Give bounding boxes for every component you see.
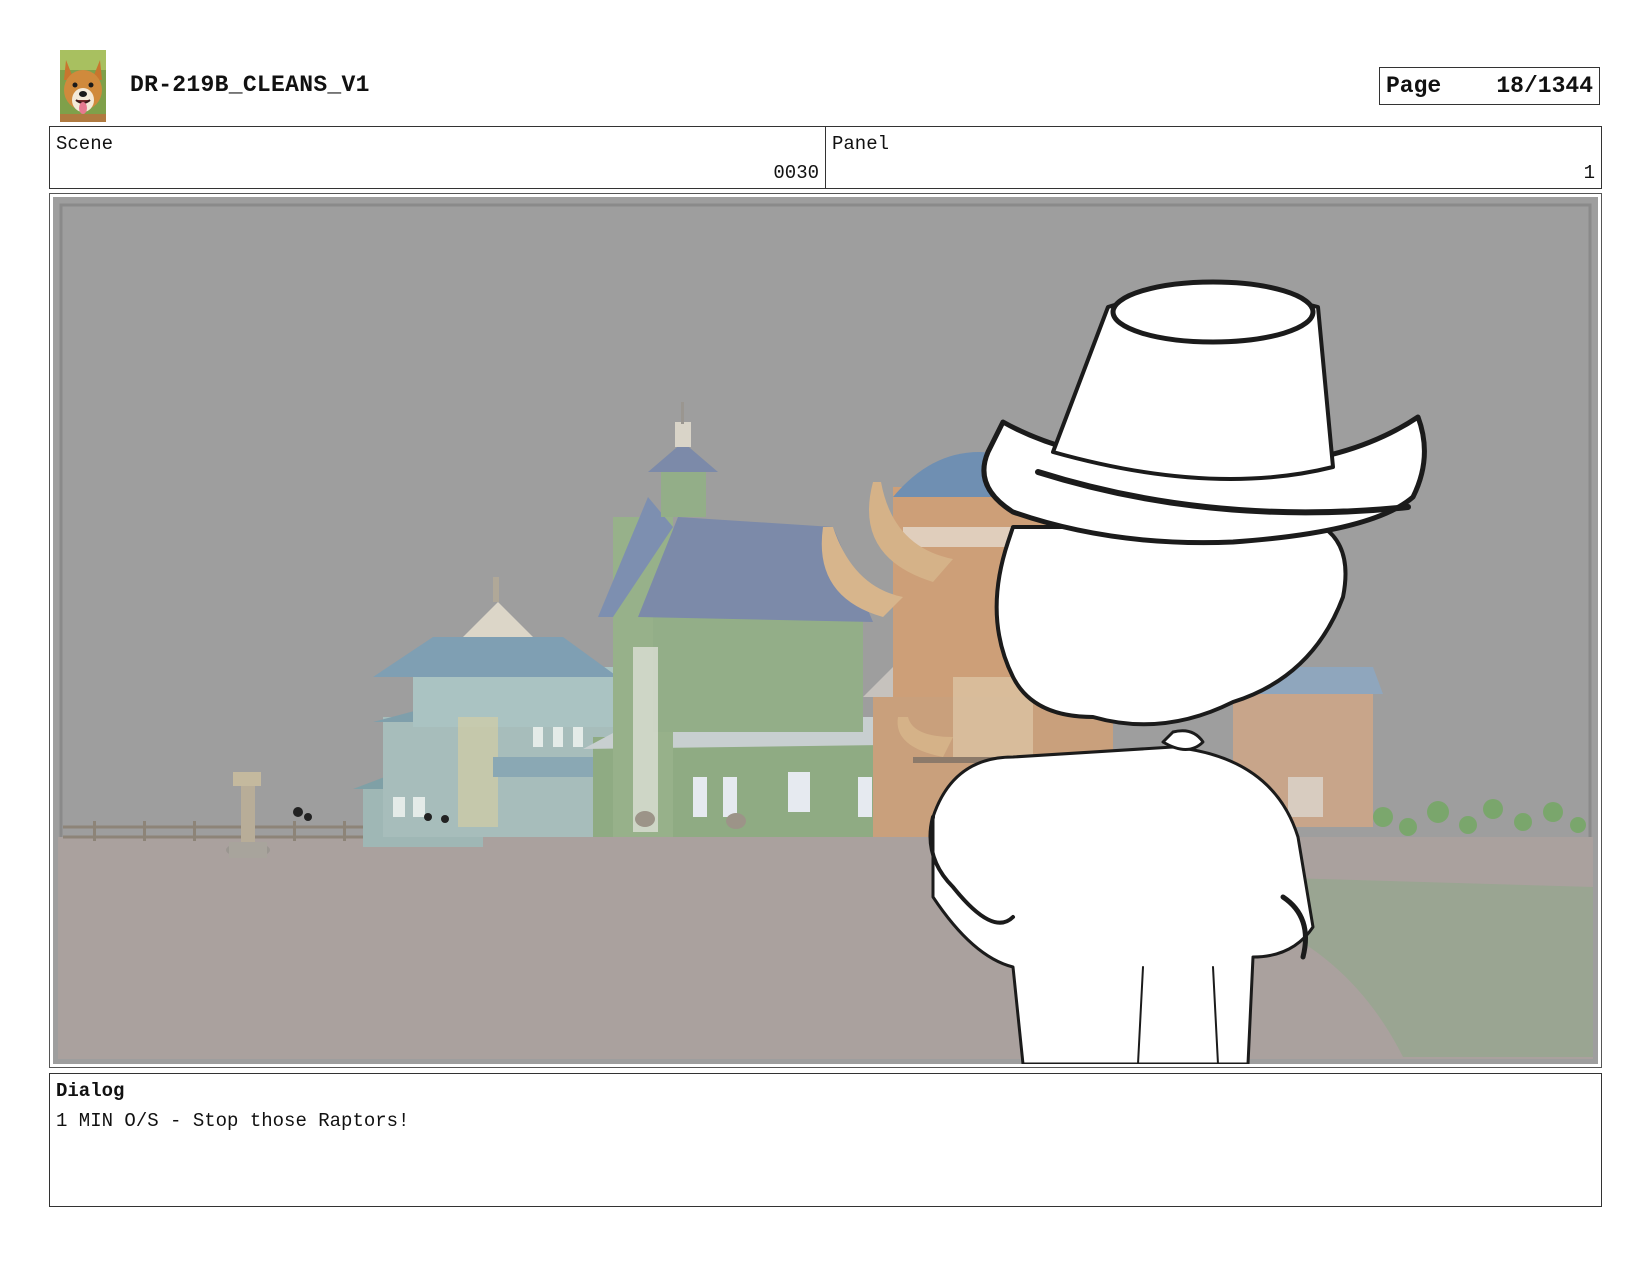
dialog-text: 1 MIN O/S - Stop those Raptors! xyxy=(56,1110,410,1132)
corgi-dog-logo-icon xyxy=(60,50,106,122)
dialog-box: Dialog 1 MIN O/S - Stop those Raptors! xyxy=(49,1073,1602,1207)
panel-value: 1 xyxy=(1583,162,1595,184)
page-number: 18/1344 xyxy=(1496,73,1593,99)
scene-cell: Scene 0030 xyxy=(50,127,825,188)
panel-label: Panel xyxy=(832,133,890,155)
scene-panel-info-row: Scene 0030 Panel 1 xyxy=(49,126,1602,189)
panel-cell: Panel 1 xyxy=(825,127,1601,188)
page-indicator: Page 18/1344 xyxy=(1379,67,1600,105)
scene-value: 0030 xyxy=(773,162,819,184)
scene-label: Scene xyxy=(56,133,114,155)
dialog-label: Dialog xyxy=(56,1080,125,1102)
page-label: Page xyxy=(1386,73,1442,99)
storyboard-panel-frame xyxy=(49,193,1602,1068)
storyboard-panel-image xyxy=(53,197,1598,1064)
document-title: DR-219B_CLEANS_V1 xyxy=(130,72,370,98)
